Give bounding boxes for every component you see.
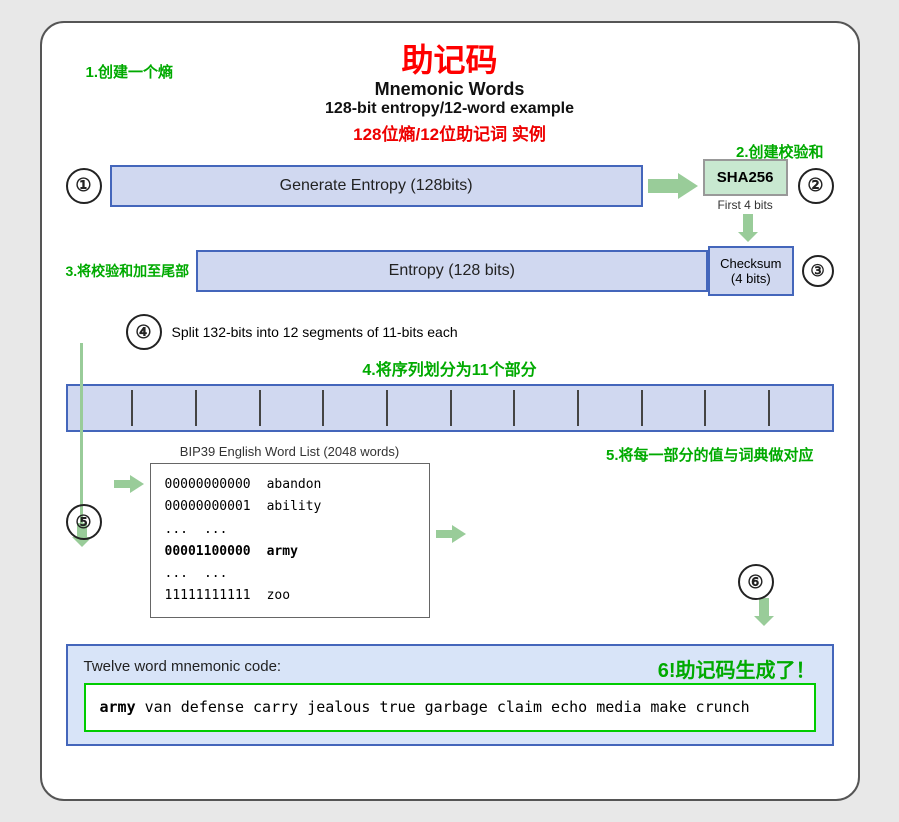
entropy128-box: Entropy (128 bits) [196,250,709,292]
segment-divider [577,390,579,426]
sha-area: SHA256 First 4 bits [703,159,788,212]
circle-6: ⑥ [738,564,774,600]
section-output: 6!助记码生成了！ Twelve word mnemonic code: arm… [66,644,834,747]
bip39-bits: 11111111111 [165,585,251,607]
bip39-word: ability [267,496,322,518]
segment-divider [259,390,261,426]
checksum-box: Checksum (4 bits) [708,246,793,296]
row-step5-6: ⑤ BIP39 English Word List (2048 words) 0… [66,444,834,618]
bip39-container: BIP39 English Word List (2048 words) 000… [150,444,430,618]
bip39-table: 00000000000 abandon 00000000001 ability....… [150,463,430,618]
segment-divider [513,390,515,426]
bip39-word: ... [204,563,227,585]
checksum-label: Checksum (4 bits) [720,256,781,286]
section-4: ④ Split 132-bits into 12 segments of 11-… [66,314,834,432]
label-6: 6!助记码生成了！ [658,654,816,683]
segment-divider [386,390,388,426]
segment-divider [450,390,452,426]
circle-5-area: ⑤ [66,444,110,540]
bip39-row: ...... [165,563,415,585]
circle-2: ② [798,168,834,204]
sha-label: SHA256 [717,169,774,186]
sha-sublabel: First 4 bits [717,198,772,212]
circle-4: ④ [126,314,162,350]
arrow-bip-right [436,524,466,544]
sha-box: SHA256 [703,159,788,196]
entropy-box: Generate Entropy (128bits) [110,165,643,207]
arrow-to-sha [643,171,703,201]
arrow-5-bip [114,474,144,494]
row-step3-wrapper: 3.将校验和加至尾部 Entropy (128 bits) Checksum (… [66,246,834,296]
circle-1: ① [66,168,102,204]
bip39-row: 00001100000 army [165,541,415,563]
mnemonic-rest: van defense carry jealous true garbage c… [136,698,750,716]
segment-divider [131,390,133,426]
bip39-title: BIP39 English Word List (2048 words) [150,444,430,459]
segment-divider [768,390,770,426]
bip39-row: 11111111111 zoo [165,585,415,607]
title-en2: 128-bit entropy/12-word example [66,100,834,118]
row-4-text: ④ Split 132-bits into 12 segments of 11-… [66,314,834,350]
step4-text: Split 132-bits into 12 segments of 11-bi… [172,324,458,340]
circle-3: ③ [802,255,834,287]
bip39-row: ...... [165,519,415,541]
main-card: 助记码 Mnemonic Words 128-bit entropy/12-wo… [40,21,860,801]
bip39-word: zoo [267,585,290,607]
label-2: 2.创建校验和 [736,141,824,162]
bip39-word: abandon [267,474,322,496]
label-5: 5.将每一部分的值与词典做对应 [606,444,814,465]
bip39-word: ... [204,519,227,541]
title-en1: Mnemonic Words [66,79,834,100]
bip39-bits: 00000000001 [165,496,251,518]
segment-divider [641,390,643,426]
title-cn: 助记码 [66,41,834,79]
segment-divider [322,390,324,426]
label-1: 1.创建一个熵 [86,61,174,82]
title-cn2: 128位熵/12位助记词 实例 [66,120,834,145]
mnemonic-first-word: army [100,698,136,716]
bip39-bits: 00001100000 [165,541,251,563]
segments-bar [66,384,834,432]
bip39-row: 00000000000 abandon [165,474,415,496]
row-step1-2: ① Generate Entropy (128bits) SHA256 Firs… [66,159,834,212]
bip39-bits: ... [165,563,188,585]
mnemonic-box: army van defense carry jealous true garb… [84,683,816,733]
circle-5: ⑤ [66,504,102,540]
label-3: 3.将校验和加至尾部 [66,261,190,281]
down-arrow-sha [66,214,834,242]
bip39-bits: ... [165,519,188,541]
bip39-row: 00000000001 ability [165,496,415,518]
bip39-bits: 00000000000 [165,474,251,496]
segment-divider [704,390,706,426]
bip39-word: army [267,541,298,563]
segment-divider [195,390,197,426]
label-4: 4.将序列划分为11个部分 [66,356,834,380]
